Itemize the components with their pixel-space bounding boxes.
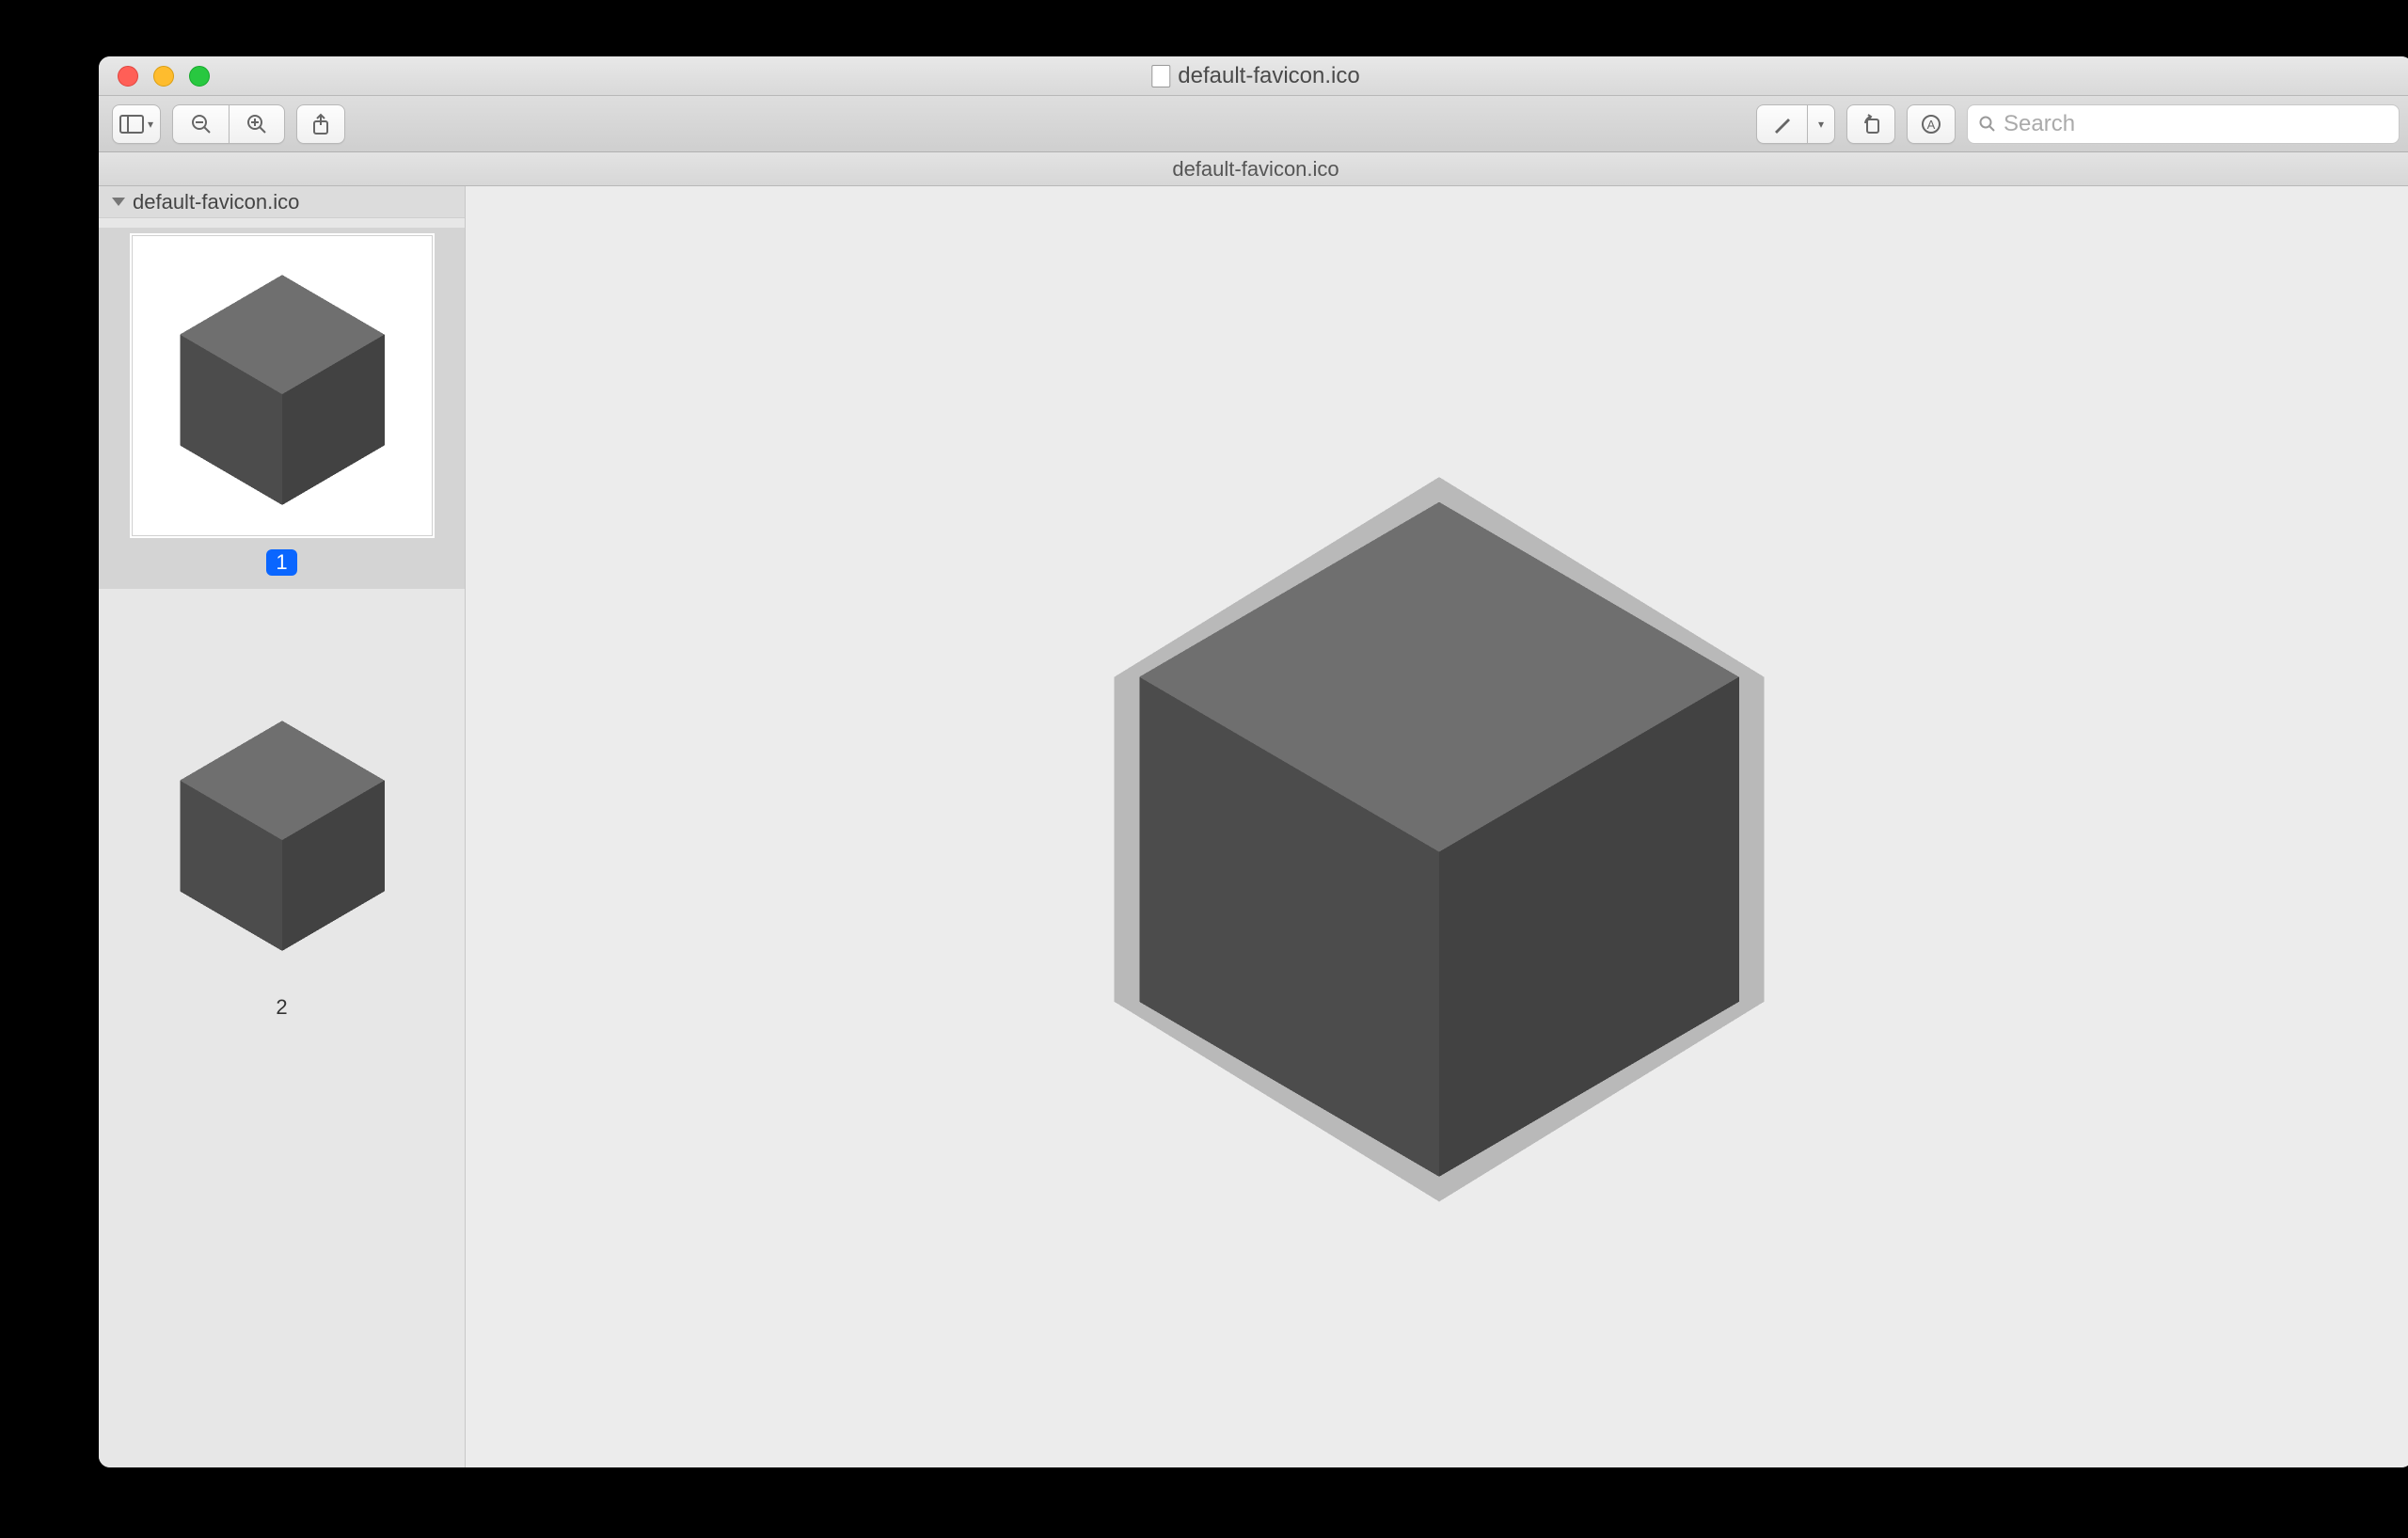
sidebar-file-label: default-favicon.ico: [133, 190, 299, 214]
markup-dropdown-button[interactable]: ▾: [1807, 104, 1835, 144]
markup-icon: [1772, 114, 1793, 135]
rotate-icon: [1860, 114, 1882, 135]
close-button[interactable]: [118, 66, 138, 87]
document-subtitle-bar: default-favicon.ico: [99, 152, 2408, 186]
zoom-button[interactable]: [189, 66, 210, 87]
sidebar-toggle-icon: [119, 115, 144, 134]
thumbnail-preview: [132, 681, 433, 982]
svg-text:A: A: [1927, 118, 1936, 132]
window-title-wrap: default-favicon.ico: [1151, 63, 1359, 89]
search-field[interactable]: [1967, 104, 2400, 144]
cube-icon: [146, 249, 419, 522]
document-subtitle: default-favicon.ico: [1172, 157, 1339, 182]
chevron-down-icon: ▾: [1818, 118, 1824, 131]
cube-image: [1039, 427, 1839, 1227]
preview-window: default-favicon.ico ▾ ▾: [99, 56, 2408, 1467]
share-button[interactable]: [296, 104, 345, 144]
rotate-button[interactable]: [1846, 104, 1895, 144]
thumbnail-label: 2: [276, 995, 287, 1020]
minimize-button[interactable]: [153, 66, 174, 87]
content-area: default-favicon.ico 1: [99, 186, 2408, 1467]
info-icon: A: [1921, 114, 1941, 135]
window-title: default-favicon.ico: [1178, 63, 1359, 89]
zoom-in-button[interactable]: [229, 104, 285, 144]
document-icon: [1151, 65, 1170, 87]
disclosure-triangle-icon: [112, 198, 125, 206]
search-input[interactable]: [2004, 111, 2387, 137]
thumbnail-list: 1 2: [99, 218, 465, 1467]
thumbnail-preview: [132, 235, 433, 536]
titlebar: default-favicon.ico: [99, 56, 2408, 96]
thumbnail-sidebar: default-favicon.ico 1: [99, 186, 466, 1467]
zoom-out-button[interactable]: [172, 104, 229, 144]
traffic-lights: [99, 66, 210, 87]
search-icon: [1979, 116, 1996, 133]
sidebar-file-header[interactable]: default-favicon.ico: [99, 186, 465, 218]
thumbnail-label: 1: [266, 549, 296, 576]
main-canvas[interactable]: [466, 186, 2408, 1467]
zoom-group: [172, 104, 285, 144]
sidebar-toggle-button[interactable]: ▾: [112, 104, 161, 144]
chevron-down-icon: ▾: [148, 118, 153, 131]
toolbar: ▾ ▾ A: [99, 96, 2408, 152]
cube-icon: [146, 695, 419, 968]
zoom-out-icon: [191, 114, 212, 135]
info-button[interactable]: A: [1907, 104, 1956, 144]
share-icon: [311, 113, 330, 135]
markup-group: ▾: [1756, 104, 1835, 144]
thumbnail-item[interactable]: 2: [99, 674, 465, 1033]
thumbnail-item[interactable]: 1: [99, 228, 465, 589]
markup-button[interactable]: [1756, 104, 1807, 144]
zoom-in-icon: [246, 114, 267, 135]
